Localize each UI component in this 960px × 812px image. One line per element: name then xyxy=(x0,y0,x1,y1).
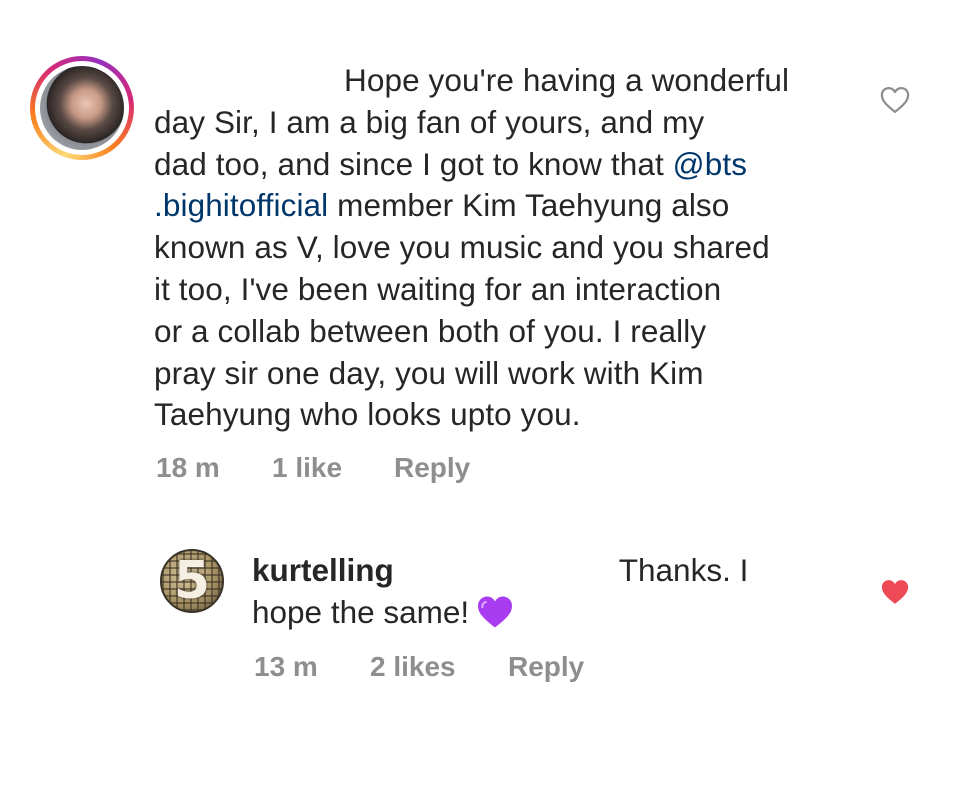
reply-button[interactable]: Reply xyxy=(508,651,584,683)
heart-outline-icon[interactable] xyxy=(880,86,910,114)
comment-line: pray sir one day, you will work with Kim xyxy=(154,354,704,391)
reply-likes-count[interactable]: 2 likes xyxy=(370,651,508,683)
purple-heart-icon xyxy=(478,596,513,628)
avatar-photo xyxy=(40,66,124,150)
reply-button[interactable]: Reply xyxy=(394,452,470,484)
comment-line: or a collab between both of you. I reall… xyxy=(154,312,707,349)
reply-body: kurtelling Thanks. I hope the same! xyxy=(252,550,812,634)
heart-filled-icon[interactable] xyxy=(880,578,910,606)
mention-link[interactable]: .bighitofficial xyxy=(154,187,328,223)
mention-link[interactable]: @bts xyxy=(673,146,747,182)
comment-meta: 18 m 1 like Reply xyxy=(156,452,470,484)
comment-body: Hope you're having a wonderful day Sir, … xyxy=(154,60,854,436)
comment-line: Hope you're having a wonderful xyxy=(344,62,790,98)
reply-timestamp: 13 m xyxy=(254,651,318,682)
reply-text-part: Thanks. I xyxy=(618,552,749,588)
comment-likes-count[interactable]: 1 like xyxy=(272,452,394,484)
comment-line: Taehyung who looks upto you. xyxy=(154,396,581,433)
reply-meta: 13 m 2 likes Reply xyxy=(254,651,584,683)
reply-username[interactable]: kurtelling xyxy=(252,552,394,588)
comment-timestamp: 18 m xyxy=(156,452,220,483)
comment-line: known as V, love you music and you share… xyxy=(154,229,770,266)
reply-avatar[interactable]: 5 xyxy=(160,549,224,613)
avatar-five-glyph: 5 xyxy=(173,551,211,611)
comment-line: dad too, and since I got to know that xyxy=(154,145,673,182)
commenter-avatar[interactable] xyxy=(30,56,134,160)
comment-line: day Sir, I am a big fan of yours, and my xyxy=(154,103,705,140)
reply-text-part: hope the same! xyxy=(252,593,470,630)
comment-line: it too, I've been waiting for an interac… xyxy=(154,270,722,307)
comment-line: member Kim Taehyung also xyxy=(328,187,730,224)
